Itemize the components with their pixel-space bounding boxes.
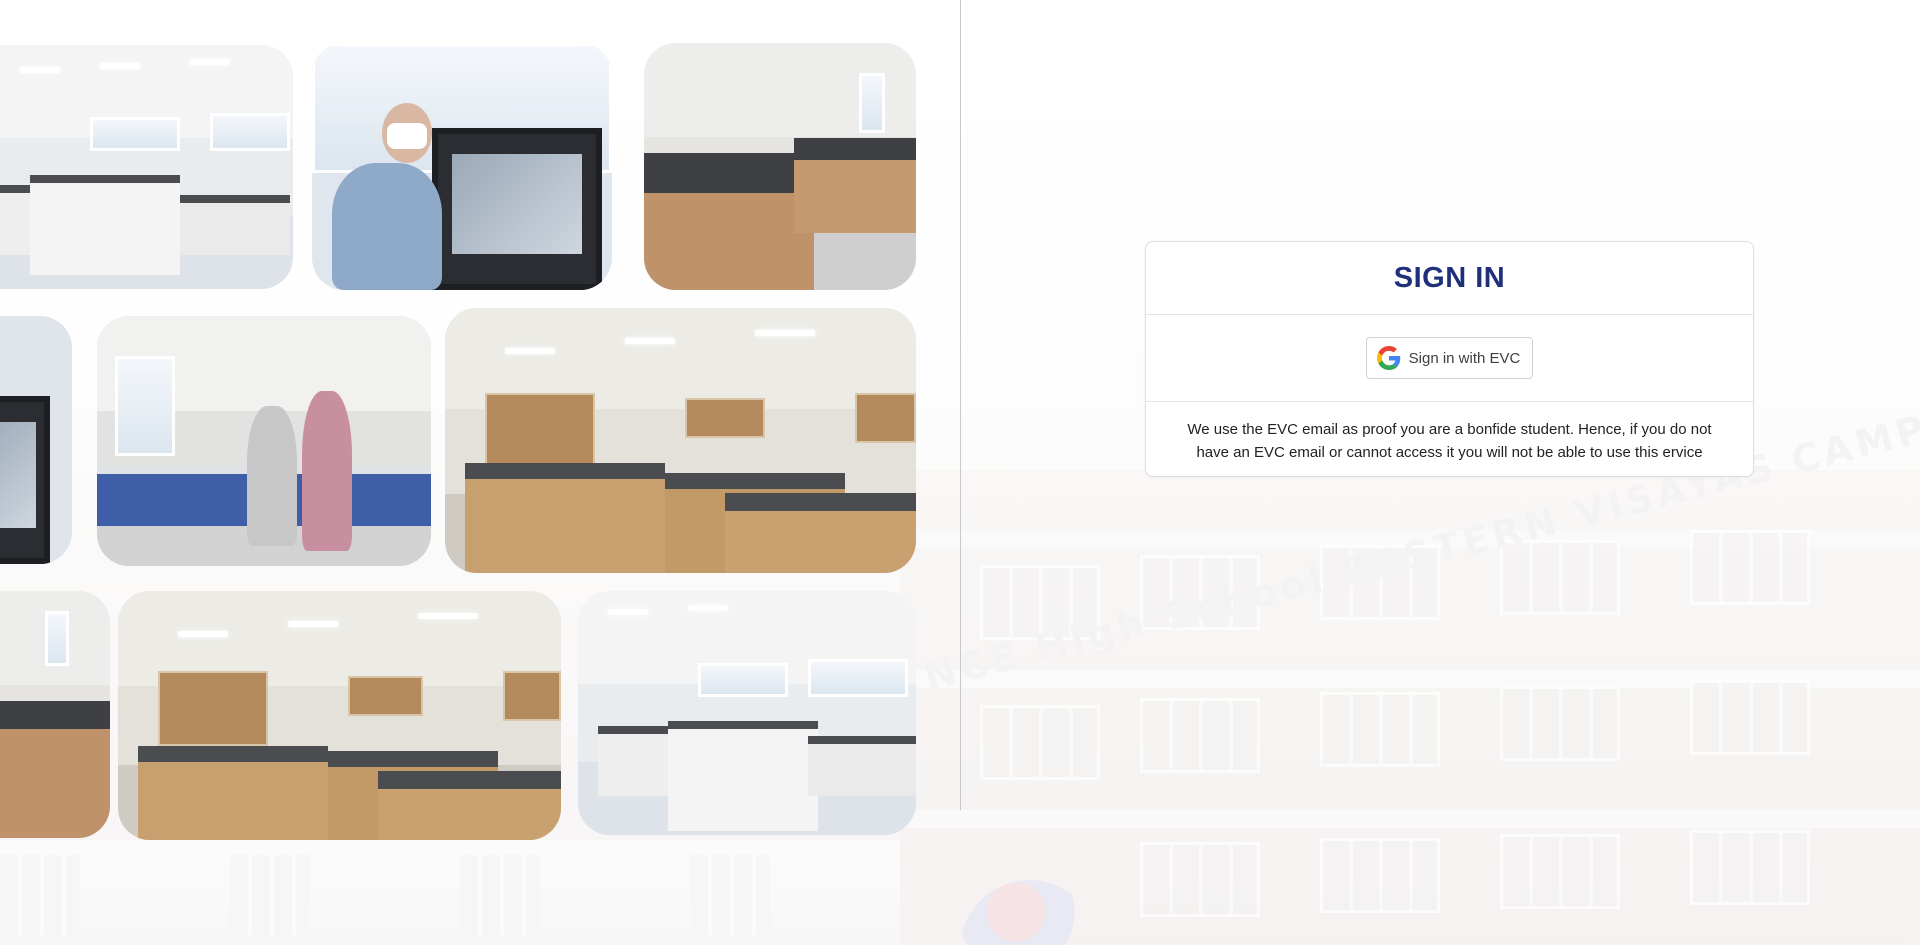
left-building-lower <box>0 840 900 945</box>
vertical-divider <box>960 0 961 810</box>
building-window <box>1690 830 1810 905</box>
building-window <box>980 705 1100 780</box>
google-g-icon <box>1376 346 1401 370</box>
building-window <box>1140 842 1260 917</box>
building-window <box>1320 692 1440 767</box>
gallery-photo <box>644 43 916 290</box>
building-window <box>0 855 80 935</box>
gallery-photo <box>578 591 916 835</box>
facade-band <box>900 810 1920 828</box>
gallery-photo <box>0 45 293 289</box>
building-window <box>1140 698 1260 773</box>
signin-title: SIGN IN <box>1393 261 1506 294</box>
signin-card-footer: We use the EVC email as proof you are a … <box>1146 402 1753 464</box>
gallery-photo <box>97 316 431 566</box>
building-window <box>1320 838 1440 913</box>
gallery-photo <box>0 316 72 564</box>
building-window <box>1500 834 1620 909</box>
signin-notice: We use the EVC email as proof you are a … <box>1187 421 1712 461</box>
gallery-photo <box>445 308 916 573</box>
building-window <box>230 855 310 935</box>
sign-in-button-label: Sign in with EVC <box>1408 349 1521 367</box>
gallery-photo <box>312 43 612 290</box>
signin-card-body: Sign in with EVC <box>1146 315 1753 402</box>
signin-card-header: SIGN IN <box>1146 242 1753 315</box>
building-window <box>1690 530 1810 605</box>
building-window <box>1500 686 1620 761</box>
sign-in-with-evc-button[interactable]: Sign in with EVC <box>1365 337 1534 379</box>
gallery-photo <box>118 591 561 840</box>
gallery-photo <box>0 591 110 838</box>
building-window <box>1690 680 1810 755</box>
signin-card: SIGN IN Sign in with EVC We use the EVC … <box>1145 241 1754 477</box>
building-window <box>690 855 770 935</box>
building-window <box>460 855 540 935</box>
